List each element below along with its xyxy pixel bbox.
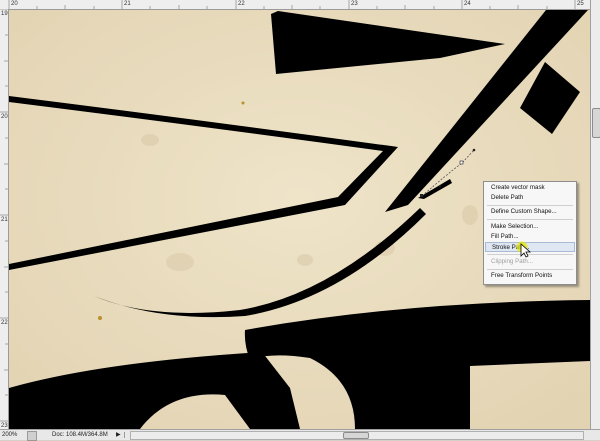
left-ruler-label: 20	[1, 114, 8, 120]
top-ruler-ticks	[8, 0, 576, 9]
anchor-point	[459, 160, 464, 165]
top-ruler-label: 23	[351, 1, 358, 7]
handle-point	[439, 185, 441, 187]
top-ruler[interactable]: 20 21 22 23 24 25	[0, 0, 590, 10]
left-ruler[interactable]: 19 20 21 22 23	[0, 9, 9, 429]
status-bar: 200% Doc: 108.4M/364.8M ▶	[0, 429, 600, 441]
arrow-pointer-icon	[516, 241, 532, 258]
left-ruler-label: 19	[1, 11, 8, 17]
navigator-icon[interactable]	[27, 431, 37, 441]
scroll-left-icon[interactable]	[124, 432, 129, 438]
left-ruler-label: 22	[1, 320, 8, 326]
menu-item-make-selection[interactable]: Make Selection...	[485, 222, 575, 232]
menu-separator	[487, 205, 573, 206]
paper-speck	[241, 101, 245, 105]
menu-separator	[487, 219, 573, 220]
menu-item-free-transform-points[interactable]: Free Transform Points	[485, 271, 575, 281]
top-ruler-label: 24	[464, 1, 471, 7]
top-ruler-label: 25	[577, 1, 584, 7]
vertical-scrollbar[interactable]	[590, 0, 600, 429]
handle-point	[472, 148, 476, 152]
menu-separator	[487, 269, 573, 270]
menu-item-create-vector-mask[interactable]: Create vector mask	[485, 183, 575, 193]
scrollbar-thumb[interactable]	[592, 108, 600, 138]
paper-speck	[98, 316, 102, 320]
horizontal-scrollbar-thumb[interactable]	[343, 432, 369, 439]
top-ruler-label: 21	[124, 1, 131, 7]
path-context-menu: Create vector mask Delete Path Define Cu…	[483, 181, 577, 285]
top-ruler-label: 22	[238, 1, 245, 7]
top-ruler-label: 20	[11, 1, 18, 7]
menu-item-delete-path[interactable]: Delete Path	[485, 193, 575, 203]
menu-item-define-custom-shape[interactable]: Define Custom Shape...	[485, 207, 575, 217]
left-ruler-label: 21	[1, 217, 8, 223]
anchor-point	[420, 194, 423, 197]
